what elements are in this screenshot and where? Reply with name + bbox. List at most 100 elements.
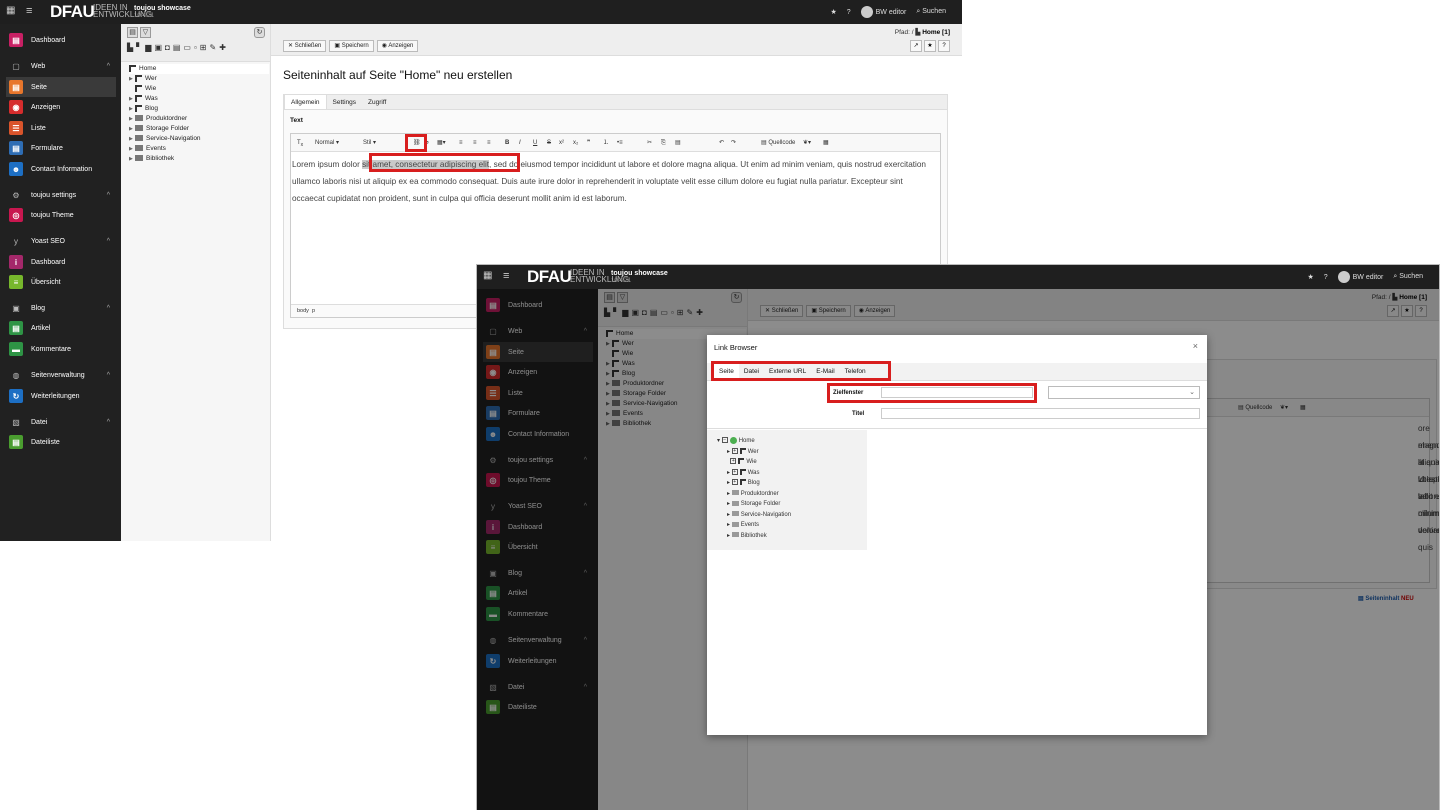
collapse-icon[interactable]: − <box>721 437 728 444</box>
breadcrumb-page[interactable]: Home [1] <box>922 29 950 36</box>
sidebar-item-seite[interactable]: ▤ Seite <box>6 77 116 97</box>
tree-node-wer[interactable]: ▸ + Wer <box>717 447 791 458</box>
search-button[interactable]: ⌕ Suchen <box>916 8 946 16</box>
sidebar-item-toujou-theme[interactable]: ◎ toujou Theme <box>6 205 116 225</box>
format-select[interactable]: Normal ▾ <box>315 138 339 148</box>
link-browser-modal: Link Browser × Seite Datei Externe URL E… <box>707 335 1207 735</box>
redo-icon[interactable]: ↷ <box>731 138 736 148</box>
tree-node-bibliothek[interactable]: ▸ Bibliothek <box>717 531 791 542</box>
align-center-icon[interactable]: ≡ <box>473 138 477 148</box>
sidebar-group-toujou-settings[interactable]: ⚙ toujou settings ^ <box>6 187 116 203</box>
remove-format-icon[interactable]: Tx <box>297 138 303 148</box>
table-icon[interactable]: ▦ <box>823 138 829 148</box>
sidebar-item-kommentare[interactable]: ▬ Kommentare <box>6 339 116 359</box>
blockquote-icon[interactable]: ❞ <box>587 138 590 148</box>
tree-node-wer[interactable]: ▶ Wer <box>129 74 269 84</box>
save-button[interactable]: ▣ Speichern <box>329 40 374 52</box>
tree-node-wie[interactable]: + Wie <box>717 457 791 468</box>
sidebar-item-dashboard[interactable]: ▤ Dashboard <box>6 30 116 50</box>
strike-icon[interactable]: S <box>547 138 551 148</box>
expand-icon[interactable]: + <box>731 479 738 486</box>
bookmark-star-icon[interactable]: ★ <box>830 8 836 16</box>
superscript-icon[interactable]: x² <box>559 138 564 148</box>
ordered-list-icon[interactable]: ⒈ <box>603 138 609 148</box>
search-button[interactable]: ⌕ Suchen <box>1393 273 1423 281</box>
style-select[interactable]: Stil ▾ <box>363 138 376 148</box>
sidebar-item-dateiliste[interactable]: ▤ Dateiliste <box>6 432 116 452</box>
sidebar-group-datei[interactable]: ▧ Datei ^ <box>6 414 116 430</box>
tree-node-events[interactable]: ▸ Events <box>717 520 791 531</box>
subscript-icon[interactable]: x₂ <box>573 138 578 148</box>
tree-node-home[interactable]: Home <box>129 64 269 74</box>
tree-node-blog[interactable]: ▸ + Blog <box>717 478 791 489</box>
align-right-icon[interactable]: ≡ <box>487 138 491 148</box>
paste-icon[interactable]: ▤ <box>675 138 681 148</box>
align-left-icon[interactable]: ≡ <box>459 138 463 148</box>
path-body[interactable]: body <box>297 308 309 314</box>
refresh-icon[interactable]: ↻ <box>254 27 265 38</box>
title-input[interactable] <box>881 408 1200 419</box>
tree-node-storage[interactable]: ▸ Storage Folder <box>717 499 791 510</box>
sidebar-group-yoast[interactable]: y Yoast SEO ^ <box>6 233 116 249</box>
sidebar-group-blog[interactable]: ▣ Blog ^ <box>6 300 116 316</box>
underline-icon[interactable]: U <box>533 138 537 148</box>
copy-icon[interactable]: ⎘ <box>661 138 666 148</box>
sidebar-item-artikel[interactable]: ▤ Artikel <box>6 318 116 338</box>
expand-icon[interactable]: + <box>730 458 737 465</box>
undo-icon[interactable]: ↶ <box>719 138 724 148</box>
filter-icon[interactable]: ▽ <box>140 27 151 38</box>
target-select[interactable]: ⌄ <box>1048 386 1200 399</box>
tab-allgemein[interactable]: Allgemein <box>284 95 327 109</box>
tree-node-events[interactable]: ▶ Events <box>129 144 269 154</box>
bullet-list-icon[interactable]: •≡ <box>617 138 623 148</box>
tree-node-service[interactable]: ▸ Service-Navigation <box>717 510 791 521</box>
cut-icon[interactable]: ✂ <box>647 138 652 148</box>
new-page-icon[interactable]: ▤ <box>127 27 138 38</box>
tree-node-was[interactable]: ▶ Was <box>129 94 269 104</box>
tree-node-wie[interactable]: Wie <box>129 84 269 94</box>
bookmark-star-icon[interactable]: ★ <box>1307 273 1313 281</box>
tree-node-storage[interactable]: ▶ Storage Folder <box>129 124 269 134</box>
user-menu[interactable]: BW editor <box>1337 271 1383 283</box>
tab-settings[interactable]: Settings <box>327 95 363 109</box>
help-icon[interactable]: ? <box>847 9 851 16</box>
table-icon[interactable]: ▦▾ <box>437 138 446 148</box>
tree-node-bibliothek[interactable]: ▶ Bibliothek <box>129 154 269 164</box>
tree-node-service[interactable]: ▶ Service-Navigation <box>129 134 269 144</box>
tree-node-produktordner[interactable]: ▶ Produktordner <box>129 114 269 124</box>
tree-node-blog[interactable]: ▶ Blog <box>129 104 269 114</box>
close-button[interactable]: ✕ Schließen <box>283 40 327 52</box>
sidebar-group-web[interactable]: ▢ Web ^ <box>6 58 116 74</box>
path-p[interactable]: p <box>312 308 315 314</box>
menu-list-icon[interactable]: ≡ <box>503 270 509 282</box>
bookmark-icon[interactable]: ★ <box>924 40 936 52</box>
sidebar-item-contact[interactable]: ☻ Contact Information <box>6 159 116 179</box>
view-button[interactable]: ◉ Anzeigen <box>376 40 419 52</box>
special-char-icon[interactable]: ❦▾ <box>803 138 811 148</box>
sidebar-item-uebersicht[interactable]: ≡ Übersicht <box>6 272 116 292</box>
grid-icon[interactable]: ▦ <box>6 6 16 16</box>
source-button[interactable]: ▤ Quellcode <box>761 138 795 148</box>
sidebar-item-formulare[interactable]: ▤ Formulare <box>6 138 116 158</box>
sidebar-group-seitenverwaltung[interactable]: ◍ Seitenverwaltung ^ <box>6 367 116 383</box>
menu-list-icon[interactable]: ≡ <box>26 5 32 17</box>
help-icon[interactable]: ? <box>1324 274 1328 281</box>
expand-icon[interactable]: + <box>731 447 738 454</box>
user-menu[interactable]: BW editor <box>860 6 906 18</box>
sidebar-item-yoast-dashboard[interactable]: i Dashboard <box>6 252 116 272</box>
tree-node-was[interactable]: ▸ + Was <box>717 468 791 479</box>
tab-zugriff[interactable]: Zugriff <box>362 95 392 109</box>
italic-icon[interactable]: I <box>519 138 521 148</box>
close-icon[interactable]: × <box>1193 341 1198 351</box>
help-icon[interactable]: ? <box>938 40 950 52</box>
doktype-icons[interactable]: ▙▘▆▣◘▤▭▫⊞✎✚ <box>127 43 229 52</box>
tree-node-home[interactable]: ▾ − Home <box>717 436 791 447</box>
sidebar-item-liste[interactable]: ☰ Liste <box>6 118 116 138</box>
sidebar-item-anzeigen[interactable]: ◉ Anzeigen <box>6 97 116 117</box>
expand-icon[interactable]: + <box>731 468 738 475</box>
open-new-window-icon[interactable]: ↗ <box>910 40 922 52</box>
bold-icon[interactable]: B <box>505 138 509 148</box>
sidebar-item-weiterleitungen[interactable]: ↻ Weiterleitungen <box>6 386 116 406</box>
tree-node-produktordner[interactable]: ▸ Produktordner <box>717 489 791 500</box>
grid-icon[interactable]: ▦ <box>483 271 493 281</box>
